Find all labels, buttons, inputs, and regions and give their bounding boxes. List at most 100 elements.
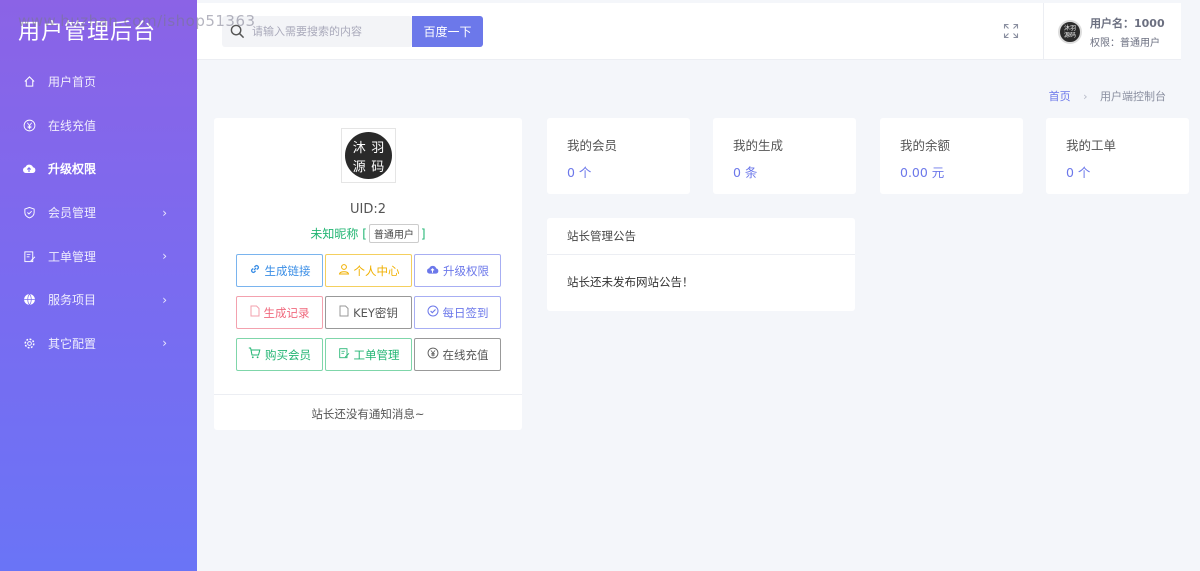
announcement-body: 站长还未发布网站公告！ [567, 275, 694, 289]
document-icon [339, 305, 349, 320]
generate-link-button[interactable]: 生成链接 [236, 254, 323, 287]
cloud-upload-icon [22, 162, 36, 176]
search-button[interactable]: 百度一下 [412, 16, 483, 47]
sidebar-item-home[interactable]: 用户首页 [0, 60, 197, 104]
stat-value: 0.00 元 [900, 165, 945, 180]
cart-icon [248, 347, 261, 362]
stat-card-balance: 我的余额 0.00 元 [880, 118, 1023, 194]
upgrade-button[interactable]: 升级权限 [414, 254, 501, 287]
user-nickname-line: 未知昵称 [普通用户] [214, 224, 522, 243]
avatar-char: 码 [1070, 31, 1077, 39]
avatar-char: 沐 [352, 141, 366, 156]
top-header: 百度一下 沐羽源码 用户名：1000 权限：普通用户 [197, 3, 1181, 60]
user-nickname: 未知昵称 [310, 227, 359, 241]
button-label: 在线充值 [442, 347, 489, 362]
avatar-char: 羽 [371, 141, 385, 156]
sidebar: 用户管理后台 用户首页 在线充值 升级权限 会员管理 › 工单管理 › 服务项目… [0, 0, 197, 571]
sidebar-item-members[interactable]: 会员管理 › [0, 191, 197, 235]
generate-records-button[interactable]: 生成记录 [236, 296, 323, 329]
yen-icon [22, 118, 36, 132]
gear-icon [22, 336, 36, 350]
user-icon [338, 263, 350, 278]
avatar-char: 羽 [1070, 24, 1077, 32]
watermark: www.huzhan.com/ishop51363 [18, 12, 256, 30]
daily-checkin-button[interactable]: 每日签到 [414, 296, 501, 329]
edit-icon [22, 249, 36, 263]
stat-value: 0 个 [567, 165, 592, 180]
button-label: 生成链接 [264, 263, 311, 278]
stat-card-tickets: 我的工单 0 个 [1046, 118, 1189, 194]
sidebar-item-recharge[interactable]: 在线充值 [0, 104, 197, 148]
profile-avatar: 沐 羽 源 码 [341, 128, 396, 183]
sidebar-nav: 用户首页 在线充值 升级权限 会员管理 › 工单管理 › 服务项目 › 其它配置… [0, 60, 197, 365]
online-recharge-button[interactable]: 在线充值 [414, 338, 501, 371]
button-label: 生成记录 [263, 305, 310, 320]
button-label: 个人中心 [353, 263, 400, 278]
yen-icon [427, 347, 439, 362]
shield-icon [22, 206, 36, 220]
profile-center-button[interactable]: 个人中心 [325, 254, 412, 287]
button-label: 每日签到 [442, 305, 489, 320]
search-input[interactable] [252, 25, 402, 38]
sidebar-item-label: 服务项目 [48, 293, 97, 308]
breadcrumb-home-link[interactable]: 首页 [1049, 90, 1071, 103]
stat-label: 我的余额 [900, 138, 951, 153]
chevron-right-icon: › [162, 205, 167, 220]
bracket-close: ] [420, 227, 426, 241]
sidebar-item-label: 升级权限 [48, 162, 97, 177]
sidebar-item-services[interactable]: 服务项目 › [0, 278, 197, 322]
home-icon [22, 75, 36, 89]
role-tag: 普通用户 [368, 224, 419, 243]
fullscreen-icon[interactable] [1003, 23, 1019, 39]
sidebar-item-tickets[interactable]: 工单管理 › [0, 234, 197, 278]
user-info: 用户名：1000 权限：普通用户 [1090, 15, 1165, 49]
sidebar-item-label: 在线充值 [48, 118, 97, 133]
button-label: 升级权限 [443, 263, 489, 278]
user-menu[interactable]: 沐羽 源码 用户名：1000 权限：普通用户 [1043, 3, 1181, 60]
document-icon [250, 305, 260, 320]
announcement-title: 站长管理公告 [547, 218, 855, 255]
link-icon [249, 263, 261, 278]
profile-notice: 站长还没有通知消息~ [214, 394, 522, 430]
sidebar-item-upgrade[interactable]: 升级权限 [0, 147, 197, 191]
stat-card-generated: 我的生成 0 条 [713, 118, 856, 194]
stat-value: 0 个 [1066, 165, 1091, 180]
chevron-right-icon: › [162, 336, 167, 351]
avatar-char: 源 [352, 160, 366, 175]
globe-icon [22, 293, 36, 307]
edit-icon [338, 347, 350, 362]
announcement-card: 站长管理公告 站长还未发布网站公告！ [547, 218, 855, 311]
quick-actions: 生成链接 个人中心 升级权限 生成记录 KEY密钥 每日签到 购买会员 工单管理… [236, 254, 501, 371]
chevron-right-icon: › [162, 249, 167, 264]
button-label: 购买会员 [265, 347, 311, 362]
breadcrumb-separator-icon: › [1083, 90, 1088, 103]
profile-card: 沐 羽 源 码 UID:2 未知昵称 [普通用户] 生成链接 个人中心 升级权限… [214, 118, 522, 430]
cloud-upload-icon [426, 264, 439, 278]
breadcrumb: 首页 › 用户端控制台 [1049, 88, 1166, 104]
brand-title: 用户管理后台 [18, 20, 157, 45]
avatar: 沐羽 源码 [1058, 19, 1082, 44]
breadcrumb-current: 用户端控制台 [1100, 90, 1166, 103]
key-secret-button[interactable]: KEY密钥 [325, 296, 412, 329]
ticket-manage-button[interactable]: 工单管理 [325, 338, 412, 371]
avatar-char: 码 [371, 160, 385, 175]
sidebar-item-label: 用户首页 [48, 75, 97, 90]
stat-card-members: 我的会员 0 个 [547, 118, 690, 194]
stat-value: 0 条 [733, 165, 758, 180]
bracket-open: [ [362, 227, 367, 241]
sidebar-item-config[interactable]: 其它配置 › [0, 322, 197, 366]
stat-label: 我的工单 [1066, 138, 1117, 153]
user-role: 权限：普通用户 [1090, 37, 1160, 49]
sidebar-item-label: 会员管理 [48, 206, 97, 221]
user-uid: UID:2 [349, 202, 386, 217]
check-circle-icon [427, 305, 439, 320]
user-name: 用户名：1000 [1090, 16, 1165, 30]
button-label: KEY密钥 [353, 305, 398, 320]
stat-label: 我的会员 [567, 138, 618, 153]
buy-membership-button[interactable]: 购买会员 [236, 338, 323, 371]
sidebar-item-label: 其它配置 [48, 336, 97, 351]
button-label: 工单管理 [353, 347, 400, 362]
chevron-right-icon: › [162, 292, 167, 307]
sidebar-item-label: 工单管理 [48, 249, 97, 264]
stat-label: 我的生成 [733, 138, 784, 153]
